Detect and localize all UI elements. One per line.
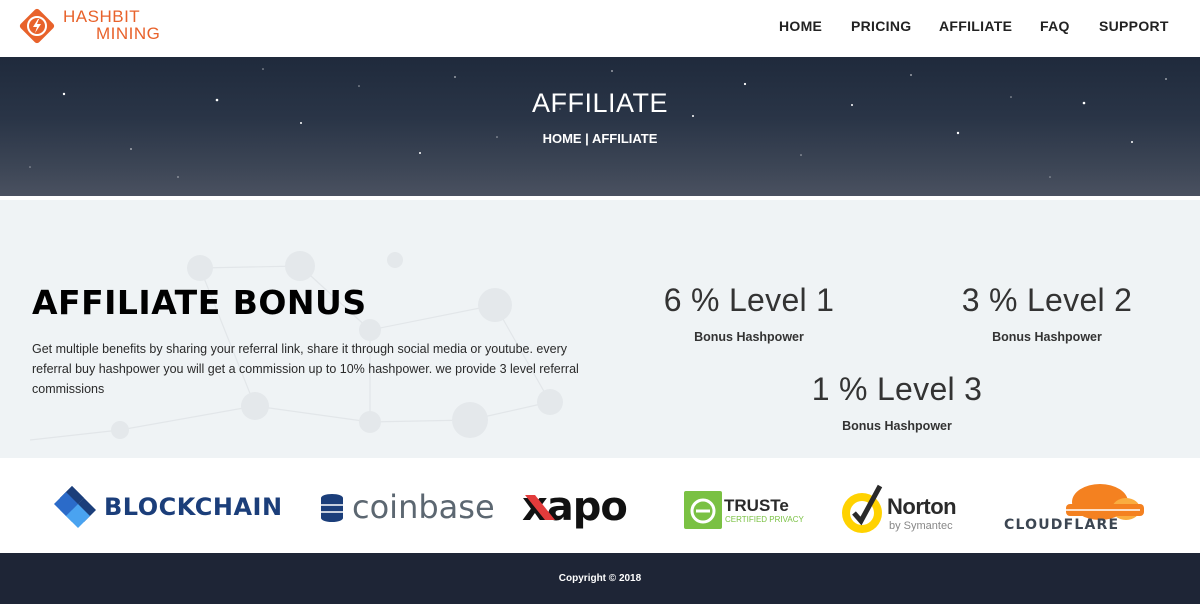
norton-check-icon <box>842 484 883 533</box>
page-title: AFFILIATE <box>531 88 669 118</box>
page-hero: AFFILIATE HOME | AFFILIATE <box>0 57 1200 196</box>
coinbase-wordmark: coinbase <box>352 488 495 526</box>
level-1-value: 6 % Level 1 <box>663 282 835 318</box>
truste-subtitle: CERTIFIED PRIVACY <box>725 515 804 524</box>
truste-logo: TRUSTe CERTIFIED PRIVACY <box>684 491 804 529</box>
level-2-label: Bonus Hashpower <box>992 330 1102 344</box>
cloudflare-wordmark: CLOUDFLARE <box>1004 517 1119 533</box>
brand-line1: HASHBIT <box>63 7 141 26</box>
network-background-graphic <box>29 251 563 441</box>
partner-logos: BLOCKCHAIN coinbase xapo TRUSTe CERTIFIE… <box>0 458 1200 553</box>
level-1-label: Bonus Hashpower <box>694 330 804 344</box>
nav-pricing[interactable]: PRICING <box>851 18 911 34</box>
level-3-card: 1 % Level 3 Bonus Hashpower <box>767 371 1027 433</box>
top-navbar: HASHBIT MINING HOME PRICING AFFILIATE FA… <box>0 0 1200 57</box>
nav-support[interactable]: SUPPORT <box>1099 18 1169 34</box>
cloudflare-logo: CLOUDFLARE <box>1004 484 1144 533</box>
xapo-logo: xapo <box>522 484 628 530</box>
truste-wordmark: TRUSTe <box>724 496 789 515</box>
nav-home[interactable]: HOME <box>779 18 822 34</box>
cloudflare-cloud-icon <box>1066 484 1144 520</box>
affiliate-bonus-heading: AFFILIATE BONUS <box>32 283 367 322</box>
breadcrumb: HOME | AFFILIATE <box>0 131 1200 146</box>
brand-logo[interactable]: HASHBIT MINING <box>18 6 178 50</box>
breadcrumb-current: AFFILIATE <box>591 131 658 146</box>
brand-name: HASHBIT MINING <box>63 8 160 42</box>
breadcrumb-home[interactable]: HOME <box>543 131 582 146</box>
breadcrumb-separator: | <box>581 131 592 146</box>
nav-affiliate[interactable]: AFFILIATE <box>939 18 1012 34</box>
blockchain-logo: BLOCKCHAIN <box>54 486 283 528</box>
blockchain-cube-icon <box>54 486 96 528</box>
level-2-card: 3 % Level 2 Bonus Hashpower <box>917 282 1177 344</box>
coinbase-logo: coinbase <box>321 488 495 526</box>
level-3-label: Bonus Hashpower <box>842 419 952 433</box>
nav-faq[interactable]: FAQ <box>1040 18 1070 34</box>
norton-logo: Norton by Symantec <box>842 484 957 533</box>
copyright-text: Copyright © 2018 <box>558 573 642 584</box>
affiliate-description: Get multiple benefits by sharing your re… <box>32 342 579 396</box>
coinbase-db-icon <box>321 494 343 522</box>
level-3-value: 1 % Level 3 <box>811 371 983 407</box>
hashbit-logo-icon <box>19 8 55 44</box>
starfield-background <box>29 68 1167 178</box>
norton-wordmark: Norton <box>887 494 956 519</box>
level-1-card: 6 % Level 1 Bonus Hashpower <box>619 282 879 344</box>
affiliate-section: AFFILIATE BONUS Get multiple benefits by… <box>0 200 1200 458</box>
blockchain-wordmark: BLOCKCHAIN <box>104 493 283 521</box>
page-footer: Copyright © 2018 <box>0 553 1200 604</box>
norton-subtitle: by Symantec <box>889 520 953 532</box>
level-2-value: 3 % Level 2 <box>961 282 1133 318</box>
brand-line2: MINING <box>96 24 161 43</box>
